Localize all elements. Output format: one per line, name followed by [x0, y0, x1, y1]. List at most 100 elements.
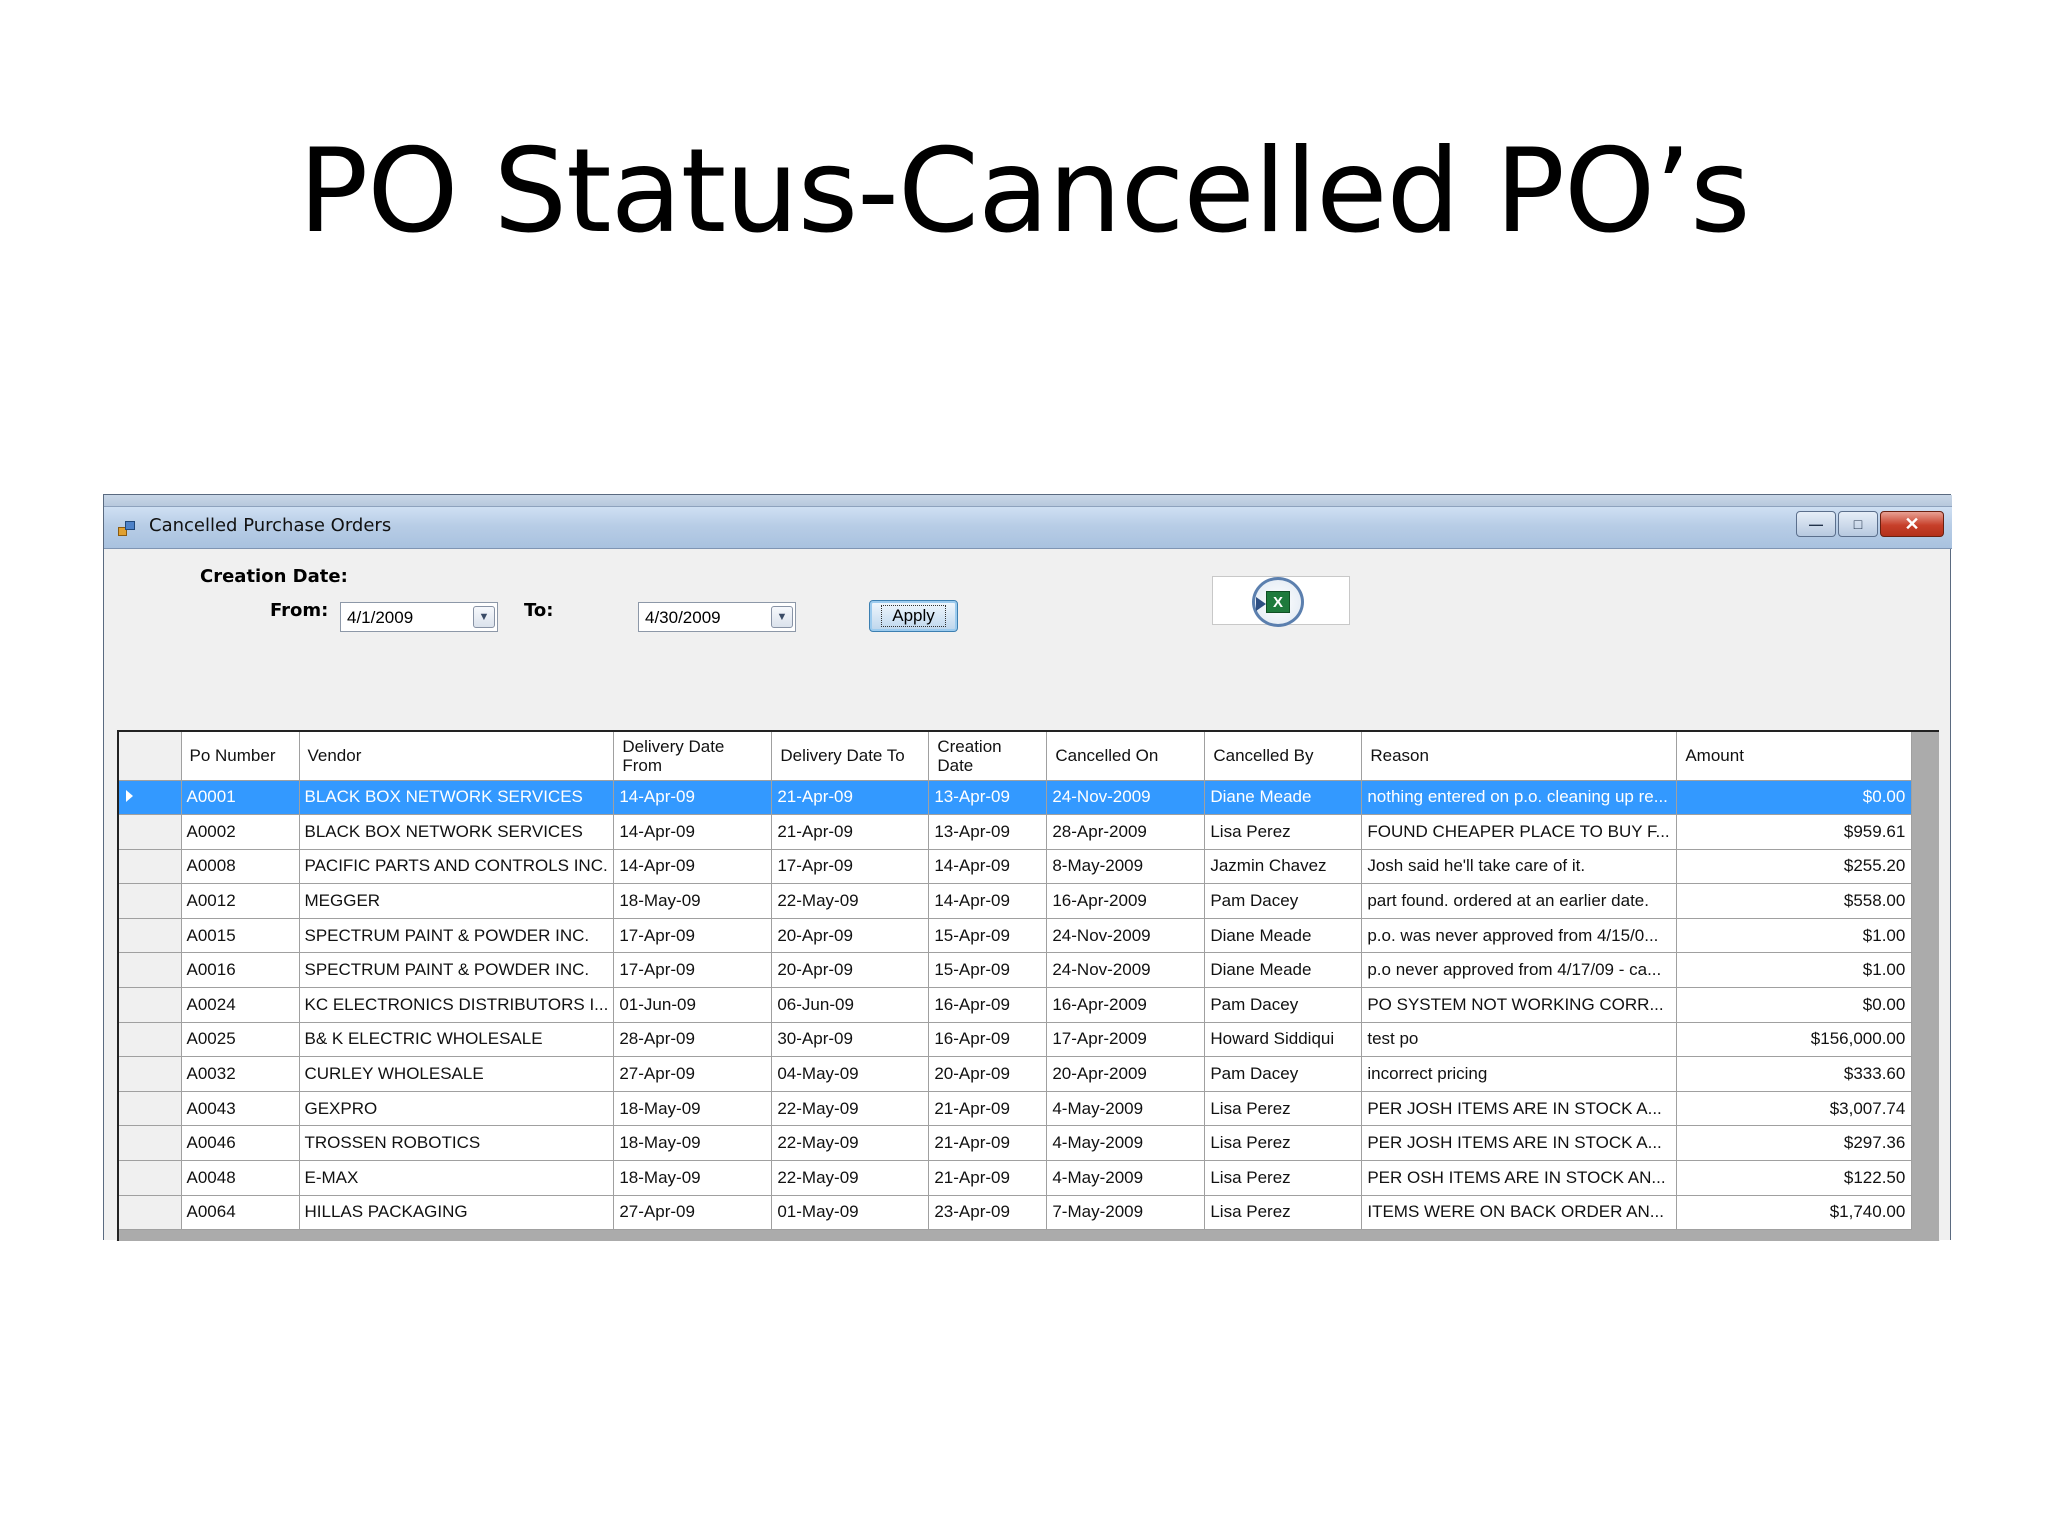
col-creation-date-cell[interactable]: 21-Apr-09 [928, 1125, 1048, 1162]
col-reason-cell[interactable]: test po [1361, 1022, 1678, 1058]
col-po-number-cell[interactable]: A0002 [181, 814, 300, 850]
col-po-number-cell[interactable]: A0046 [181, 1125, 300, 1162]
col-delivery-from-cell[interactable]: 18-May-09 [613, 1125, 773, 1162]
col-amount-cell[interactable]: $3,007.74 [1676, 1091, 1913, 1127]
col-vendor-header[interactable]: Vendor [299, 732, 615, 781]
col-reason-header[interactable]: Reason [1361, 732, 1678, 781]
col-cancelled-by-cell[interactable]: Lisa Perez [1204, 1160, 1363, 1196]
col-creation-date-cell[interactable]: 16-Apr-09 [928, 987, 1048, 1023]
chevron-down-icon[interactable]: ▼ [473, 606, 495, 628]
col-amount-cell[interactable]: $1.00 [1676, 918, 1913, 954]
col-cancelled-on-cell[interactable]: 24-Nov-2009 [1046, 780, 1206, 816]
table-row[interactable]: A0043 GEXPRO 18-May-09 22-May-09 21-Apr-09 4-… [119, 1091, 1913, 1127]
table-row[interactable]: A0064 HILLAS PACKAGING 27-Apr-09 01-May-09 2… [119, 1195, 1913, 1231]
col-cancelled-on-cell[interactable]: 17-Apr-2009 [1046, 1022, 1206, 1058]
col-amount-cell[interactable]: $959.61 [1676, 814, 1913, 850]
col-cancelled-by-cell[interactable]: Diane Meade [1204, 780, 1363, 816]
col-amount-cell[interactable]: $333.60 [1676, 1056, 1913, 1092]
col-vendor-cell[interactable]: PACIFIC PARTS AND CONTROLS INC. [299, 849, 615, 885]
row-selector[interactable] [119, 883, 182, 919]
col-creation-date-header[interactable]: Creation Date [928, 732, 1048, 781]
col-cancelled-on-cell[interactable]: 28-Apr-2009 [1046, 814, 1206, 850]
row-selector[interactable] [119, 1160, 182, 1196]
col-delivery-from-cell[interactable]: 18-May-09 [613, 883, 773, 919]
col-delivery-to-cell[interactable]: 06-Jun-09 [771, 987, 930, 1023]
col-delivery-to-cell[interactable]: 22-May-09 [771, 883, 930, 919]
col-reason-cell[interactable]: PER OSH ITEMS ARE IN STOCK AN... [1361, 1160, 1678, 1196]
row-selector[interactable] [119, 1056, 182, 1092]
col-po-number-cell[interactable]: A0016 [181, 952, 300, 989]
col-delivery-from-cell[interactable]: 14-Apr-09 [613, 814, 773, 850]
col-cancelled-on-cell[interactable]: 7-May-2009 [1046, 1195, 1206, 1231]
row-selector[interactable] [119, 1091, 182, 1127]
col-cancelled-on-cell[interactable]: 4-May-2009 [1046, 1160, 1206, 1196]
table-row[interactable]: A0025 B& K ELECTRIC WHOLESALE 28-Apr-09 30-… [119, 1022, 1913, 1058]
table-row[interactable]: A0001 BLACK BOX NETWORK SERVICES 14-Apr-09… [119, 780, 1913, 816]
col-vendor-cell[interactable]: CURLEY WHOLESALE [299, 1056, 615, 1092]
col-creation-date-cell[interactable]: 13-Apr-09 [928, 814, 1048, 850]
col-cancelled-by-cell[interactable]: Diane Meade [1204, 918, 1363, 954]
col-cancelled-by-header[interactable]: Cancelled By [1204, 732, 1363, 781]
row-selector[interactable] [119, 849, 182, 885]
table-row[interactable]: A0012 MEGGER 18-May-09 22-May-09 14-Apr-09 16… [119, 883, 1913, 919]
col-reason-cell[interactable]: part found. ordered at an earlier date. [1361, 883, 1678, 919]
col-po-number-cell[interactable]: A0001 [181, 780, 300, 816]
col-cancelled-by-cell[interactable]: Howard Siddiqui [1204, 1022, 1363, 1058]
col-delivery-to-cell[interactable]: 22-May-09 [771, 1125, 930, 1162]
col-po-number-header[interactable]: Po Number [181, 732, 300, 781]
col-delivery-from-cell[interactable]: 01-Jun-09 [613, 987, 773, 1023]
col-po-number-cell[interactable]: A0015 [181, 918, 300, 954]
maximize-button[interactable]: □ [1838, 511, 1878, 537]
col-po-number-cell[interactable]: A0048 [181, 1160, 300, 1196]
col-po-number-cell[interactable]: A0025 [181, 1022, 300, 1058]
col-delivery-to-cell[interactable]: 20-Apr-09 [771, 952, 930, 989]
col-cancelled-on-cell[interactable]: 4-May-2009 [1046, 1091, 1206, 1127]
col-creation-date-cell[interactable]: 20-Apr-09 [928, 1056, 1048, 1092]
col-vendor-cell[interactable]: SPECTRUM PAINT & POWDER INC. [299, 918, 615, 954]
col-po-number-cell[interactable]: A0008 [181, 849, 300, 885]
col-vendor-cell[interactable]: KC ELECTRONICS DISTRIBUTORS I... [299, 987, 615, 1023]
col-delivery-from-cell[interactable]: 18-May-09 [613, 1160, 773, 1196]
col-reason-cell[interactable]: p.o never approved from 4/17/09 - ca... [1361, 952, 1678, 989]
col-reason-cell[interactable]: PER JOSH ITEMS ARE IN STOCK A... [1361, 1125, 1678, 1162]
col-creation-date-cell[interactable]: 15-Apr-09 [928, 918, 1048, 954]
table-row[interactable]: A0032 CURLEY WHOLESALE 27-Apr-09 04-May-09 2… [119, 1056, 1913, 1092]
col-amount-cell[interactable]: $558.00 [1676, 883, 1913, 919]
col-delivery-to-cell[interactable]: 30-Apr-09 [771, 1022, 930, 1058]
col-delivery-to-cell[interactable]: 01-May-09 [771, 1195, 930, 1231]
col-reason-cell[interactable]: FOUND CHEAPER PLACE TO BUY F... [1361, 814, 1678, 850]
col-reason-cell[interactable]: nothing entered on p.o. cleaning up re..… [1361, 780, 1678, 816]
col-amount-header[interactable]: Amount [1676, 732, 1913, 781]
col-reason-cell[interactable]: ITEMS WERE ON BACK ORDER AN... [1361, 1195, 1678, 1231]
table-row[interactable]: A0008 PACIFIC PARTS AND CONTROLS INC. 14-A… [119, 849, 1913, 885]
table-row[interactable]: A0024 KC ELECTRONICS DISTRIBUTORS I... 01-… [119, 987, 1913, 1023]
col-reason-cell[interactable]: Josh said he'll take care of it. [1361, 849, 1678, 885]
table-row[interactable]: A0015 SPECTRUM PAINT & POWDER INC. 17-Apr-… [119, 918, 1913, 954]
col-vendor-cell[interactable]: MEGGER [299, 883, 615, 919]
col-cancelled-by-cell[interactable]: Lisa Perez [1204, 1195, 1363, 1231]
col-delivery-to-cell[interactable]: 20-Apr-09 [771, 918, 930, 954]
col-cancelled-on-cell[interactable]: 4-May-2009 [1046, 1125, 1206, 1162]
col-delivery-to-cell[interactable]: 04-May-09 [771, 1056, 930, 1092]
apply-button[interactable]: Apply [869, 600, 958, 632]
col-po-number-cell[interactable]: A0043 [181, 1091, 300, 1127]
col-delivery-from-cell[interactable]: 14-Apr-09 [613, 780, 773, 816]
col-creation-date-cell[interactable]: 14-Apr-09 [928, 849, 1048, 885]
col-cancelled-on-cell[interactable]: 16-Apr-2009 [1046, 883, 1206, 919]
col-creation-date-cell[interactable]: 13-Apr-09 [928, 780, 1048, 816]
row-selector[interactable] [119, 780, 182, 816]
from-date-picker[interactable]: 4/1/2009 ▼ [340, 602, 498, 632]
col-amount-cell[interactable]: $1.00 [1676, 952, 1913, 989]
row-header-corner[interactable] [119, 732, 182, 781]
row-selector[interactable] [119, 1022, 182, 1058]
col-vendor-cell[interactable]: GEXPRO [299, 1091, 615, 1127]
col-creation-date-cell[interactable]: 14-Apr-09 [928, 883, 1048, 919]
export-excel-button[interactable]: X [1212, 576, 1350, 627]
col-creation-date-cell[interactable]: 23-Apr-09 [928, 1195, 1048, 1231]
col-cancelled-by-cell[interactable]: Diane Meade [1204, 952, 1363, 989]
col-po-number-cell[interactable]: A0064 [181, 1195, 300, 1231]
col-vendor-cell[interactable]: SPECTRUM PAINT & POWDER INC. [299, 952, 615, 989]
col-cancelled-by-cell[interactable]: Pam Dacey [1204, 987, 1363, 1023]
col-reason-cell[interactable]: PER JOSH ITEMS ARE IN STOCK A... [1361, 1091, 1678, 1127]
table-row[interactable]: A0046 TROSSEN ROBOTICS 18-May-09 22-May-09 2… [119, 1125, 1913, 1162]
